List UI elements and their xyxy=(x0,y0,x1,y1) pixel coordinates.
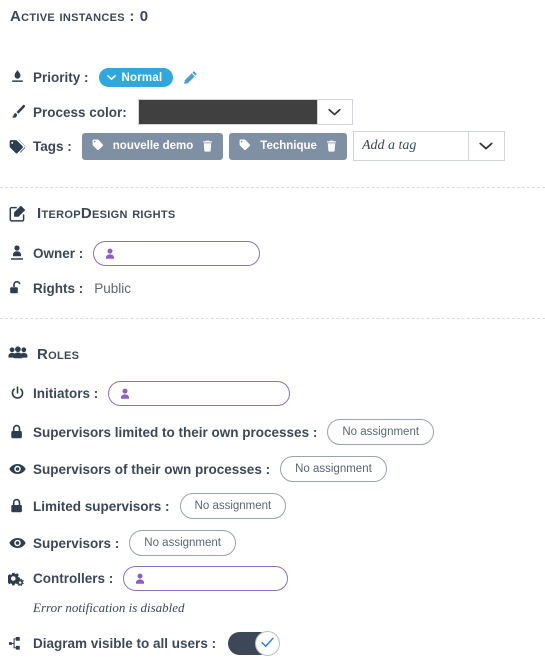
owner-label: Owner : xyxy=(33,246,84,261)
limited-supervisors-row: Limited supervisors : No assignment xyxy=(0,493,287,519)
process-color-row: Process color: xyxy=(0,99,353,125)
check-icon xyxy=(261,635,274,653)
cogs-icon xyxy=(8,570,26,588)
rights-row: Rights : Public xyxy=(0,279,131,297)
limited-supervisors-assignment[interactable]: No assignment xyxy=(179,493,287,519)
diagram-visibility-label: Diagram visible to all users : xyxy=(33,636,217,651)
chevron-down-icon xyxy=(106,72,116,84)
supervisors-own-row: Supervisors of their own processes : No … xyxy=(0,456,387,482)
priority-value: Normal xyxy=(121,71,163,84)
power-icon xyxy=(8,385,26,403)
supervisors-limited-own-label: Supervisors limited to their own process… xyxy=(33,424,318,440)
tag-list: nouvelle demo Technique xyxy=(81,131,505,161)
diagram-visibility-toggle[interactable] xyxy=(228,631,281,656)
tag-label: Technique xyxy=(260,140,317,152)
person-icon xyxy=(119,388,131,400)
diagram-icon xyxy=(8,635,26,653)
initiators-select[interactable] xyxy=(108,381,291,406)
owner-select[interactable] xyxy=(93,241,261,266)
assignment-value: No assignment xyxy=(295,463,372,475)
toggle-knob xyxy=(255,631,281,656)
tags-row: Tags : nouvelle demo Technique Add a tag xyxy=(0,131,505,161)
person-icon xyxy=(104,248,116,260)
owner-icon xyxy=(8,245,26,263)
process-properties-panel: Active instances : 0 Priority : Normal P… xyxy=(0,0,545,666)
trash-icon[interactable] xyxy=(202,140,213,152)
controllers-row: Controllers : xyxy=(0,566,289,591)
chevron-down-icon[interactable] xyxy=(316,100,352,124)
iteropdesign-rights-title: IteropDesign rights xyxy=(37,204,176,222)
tag-chip[interactable]: Technique xyxy=(229,132,347,160)
lock-icon xyxy=(8,423,26,441)
pencil-icon[interactable] xyxy=(183,70,198,85)
controllers-select[interactable] xyxy=(123,566,289,591)
supervisors-limited-own-assignment[interactable]: No assignment xyxy=(327,419,435,445)
roles-section-title: Roles xyxy=(0,344,79,364)
rights-value: Public xyxy=(94,280,132,296)
supervisors-limited-own-row: Supervisors limited to their own process… xyxy=(0,419,435,445)
eye-icon xyxy=(8,534,26,552)
assignment-value: No assignment xyxy=(144,537,221,549)
priority-badge[interactable]: Normal xyxy=(98,68,174,87)
tag-icon xyxy=(92,139,104,153)
trash-icon[interactable] xyxy=(326,140,337,152)
priority-label: Priority : xyxy=(33,70,89,85)
diagram-visibility-row: Diagram visible to all users : xyxy=(0,631,281,656)
tag-icon xyxy=(239,139,251,153)
supervisors-row: Supervisors : No assignment xyxy=(0,530,236,556)
rights-label: Rights : xyxy=(33,280,84,296)
page-title-label: Active instances : xyxy=(10,8,135,25)
unlock-icon xyxy=(8,279,26,297)
limited-supervisors-label: Limited supervisors : xyxy=(33,498,170,514)
assignment-value: No assignment xyxy=(342,426,420,438)
tag-label: nouvelle demo xyxy=(112,140,194,152)
priority-row: Priority : Normal xyxy=(0,68,198,87)
brush-icon xyxy=(8,103,26,121)
tags-icon xyxy=(8,137,26,155)
iteropdesign-rights-section-title: IteropDesign rights xyxy=(0,203,176,223)
edit-square-icon xyxy=(8,203,28,223)
tags-label: Tags : xyxy=(33,138,72,154)
priority-icon xyxy=(8,69,26,87)
initiators-label: Initiators : xyxy=(33,386,99,401)
supervisors-label: Supervisors : xyxy=(33,535,120,551)
supervisors-own-assignment[interactable]: No assignment xyxy=(280,456,387,482)
supervisors-own-label: Supervisors of their own processes : xyxy=(33,461,271,477)
supervisors-assignment[interactable]: No assignment xyxy=(129,530,236,556)
roles-title: Roles xyxy=(37,345,80,363)
add-tag-control[interactable] xyxy=(352,131,505,161)
lock-icon xyxy=(8,497,26,515)
chevron-down-icon[interactable] xyxy=(467,132,504,160)
active-instances-count: 0 xyxy=(139,8,149,25)
initiators-row: Initiators : xyxy=(0,381,291,406)
controllers-label: Controllers : xyxy=(33,571,114,586)
owner-row: Owner : xyxy=(0,241,261,266)
section-divider xyxy=(0,187,545,188)
users-icon xyxy=(8,344,28,364)
add-tag-input[interactable] xyxy=(353,132,468,160)
section-divider xyxy=(0,318,545,319)
controllers-hint: Error notification is disabled xyxy=(33,600,185,615)
process-color-picker[interactable] xyxy=(137,99,353,125)
color-swatch xyxy=(138,100,317,124)
tag-chip[interactable]: nouvelle demo xyxy=(81,132,224,160)
page-title: Active instances : 0 xyxy=(0,8,148,25)
person-icon xyxy=(134,573,146,585)
process-color-label: Process color: xyxy=(33,104,127,120)
assignment-value: No assignment xyxy=(194,500,272,512)
eye-icon xyxy=(8,460,26,478)
